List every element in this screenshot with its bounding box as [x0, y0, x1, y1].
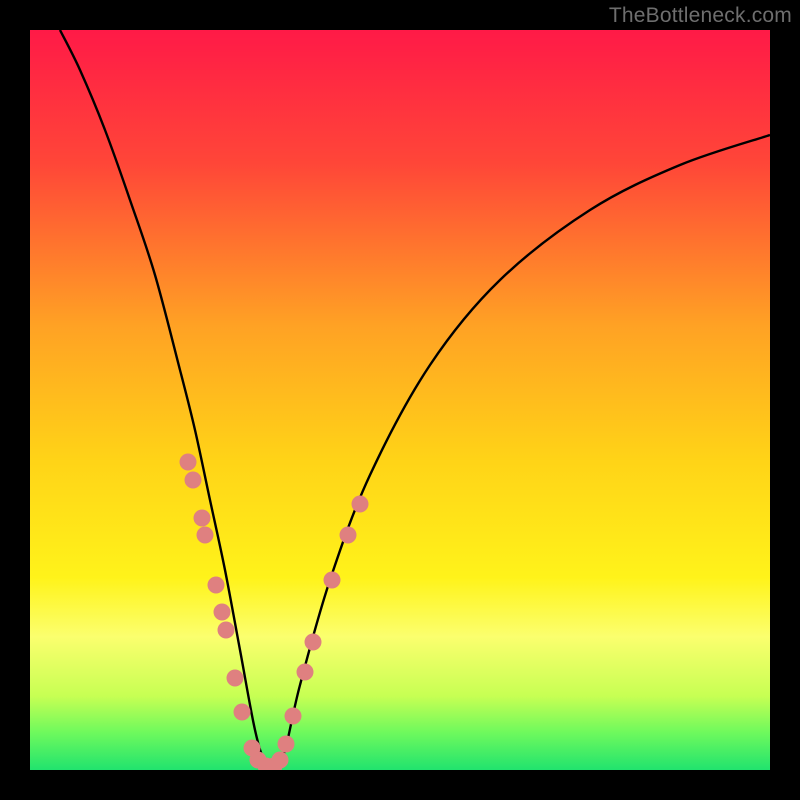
- marker-point: [297, 664, 314, 681]
- marker-point: [352, 496, 369, 513]
- marker-point: [180, 454, 197, 471]
- chart-frame: TheBottleneck.com: [0, 0, 800, 800]
- marker-point: [194, 510, 211, 527]
- marker-point: [185, 472, 202, 489]
- marker-point: [272, 752, 289, 769]
- marker-point: [197, 527, 214, 544]
- watermark-text: TheBottleneck.com: [609, 4, 792, 28]
- marker-point: [227, 670, 244, 687]
- marker-point: [324, 572, 341, 589]
- marker-point: [218, 622, 235, 639]
- marker-point: [208, 577, 225, 594]
- marker-point: [340, 527, 357, 544]
- marker-point: [285, 708, 302, 725]
- marker-point: [278, 736, 295, 753]
- marker-point: [234, 704, 251, 721]
- marker-point: [305, 634, 322, 651]
- bottleneck-chart: [30, 30, 770, 770]
- gradient-background: [30, 30, 770, 770]
- plot-area: [30, 30, 770, 770]
- marker-point: [214, 604, 231, 621]
